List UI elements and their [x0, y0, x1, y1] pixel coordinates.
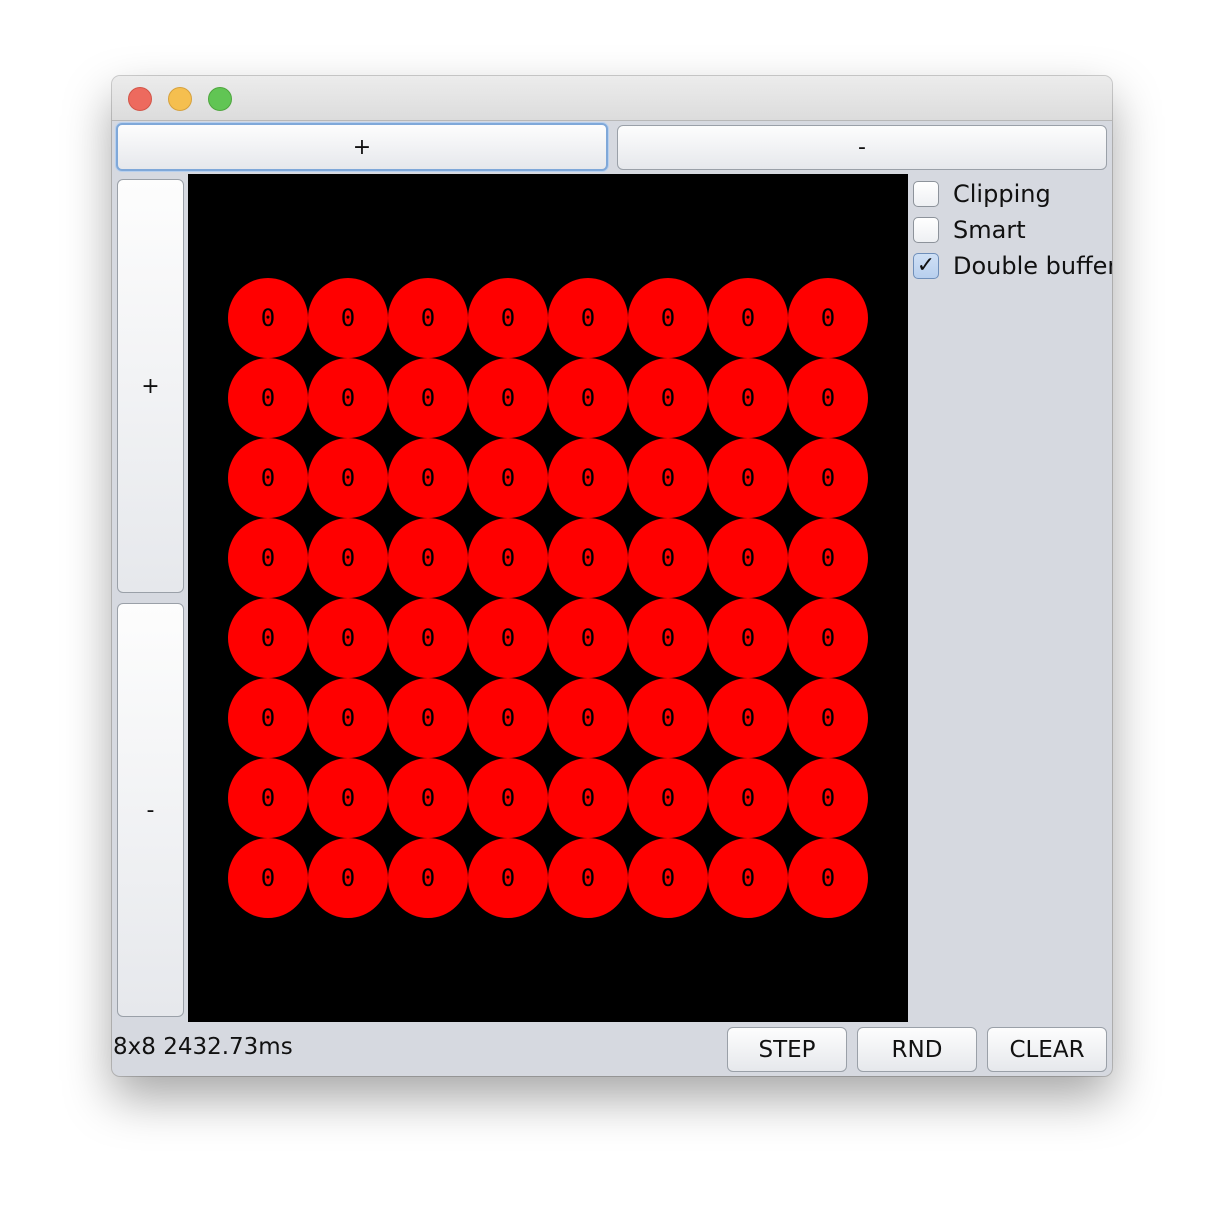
grid-cell[interactable]: 0: [788, 598, 868, 678]
grid-cell[interactable]: 0: [788, 678, 868, 758]
grid-cell[interactable]: 0: [308, 518, 388, 598]
grid-cell[interactable]: 0: [628, 438, 708, 518]
grid-cell[interactable]: 0: [228, 278, 308, 358]
grid-cell[interactable]: 0: [708, 518, 788, 598]
grid-cell[interactable]: 0: [388, 278, 468, 358]
clear-button[interactable]: CLEAR: [987, 1027, 1107, 1072]
grid-canvas[interactable]: 0000000000000000000000000000000000000000…: [188, 174, 908, 1022]
grid-cell[interactable]: 0: [708, 278, 788, 358]
grid-cell[interactable]: 0: [228, 678, 308, 758]
grid-cell[interactable]: 0: [228, 758, 308, 838]
grid-cell[interactable]: 0: [628, 838, 708, 918]
grid-cell[interactable]: 0: [548, 678, 628, 758]
step-button[interactable]: STEP: [727, 1027, 847, 1072]
clipping-label: Clipping: [953, 180, 1051, 208]
grid-cell[interactable]: 0: [708, 758, 788, 838]
grid-cell[interactable]: 0: [228, 438, 308, 518]
grid-cell[interactable]: 0: [388, 518, 468, 598]
grid-cell[interactable]: 0: [388, 678, 468, 758]
grid-cell[interactable]: 0: [468, 358, 548, 438]
double-buffer-option[interactable]: ✓ Double buffer: [912, 250, 1112, 282]
double-buffer-label: Double buffer: [953, 252, 1112, 280]
smart-label: Smart: [953, 216, 1026, 244]
grid-cell[interactable]: 0: [548, 598, 628, 678]
rnd-button[interactable]: RND: [857, 1027, 977, 1072]
close-window-button[interactable]: [128, 87, 152, 111]
grid-cell[interactable]: 0: [468, 518, 548, 598]
grid-cell[interactable]: 0: [308, 758, 388, 838]
double-buffer-checkbox[interactable]: ✓: [913, 253, 939, 279]
grid-cell[interactable]: 0: [548, 518, 628, 598]
zoom-window-button[interactable]: [208, 87, 232, 111]
grid-cell[interactable]: 0: [468, 758, 548, 838]
grid-cell[interactable]: 0: [468, 678, 548, 758]
grid-cell[interactable]: 0: [548, 838, 628, 918]
grid-cell[interactable]: 0: [708, 438, 788, 518]
grid-cell[interactable]: 0: [788, 438, 868, 518]
grid-cell[interactable]: 0: [628, 518, 708, 598]
app-window: + - + - 00000000000000000000000000000000…: [112, 76, 1112, 1076]
grid-cell[interactable]: 0: [628, 278, 708, 358]
top-minus-button[interactable]: -: [617, 125, 1107, 170]
grid-cell[interactable]: 0: [388, 598, 468, 678]
grid-cell[interactable]: 0: [468, 838, 548, 918]
grid-cell[interactable]: 0: [548, 358, 628, 438]
grid-cell[interactable]: 0: [788, 278, 868, 358]
grid-cell[interactable]: 0: [228, 358, 308, 438]
grid-cell[interactable]: 0: [308, 358, 388, 438]
grid-cell[interactable]: 0: [468, 598, 548, 678]
grid-cell[interactable]: 0: [308, 678, 388, 758]
clipping-checkbox[interactable]: [913, 181, 939, 207]
grid-cell[interactable]: 0: [628, 758, 708, 838]
grid-cell[interactable]: 0: [388, 758, 468, 838]
grid-cell[interactable]: 0: [788, 758, 868, 838]
smart-option[interactable]: Smart: [912, 214, 1026, 246]
grid-cell[interactable]: 0: [228, 598, 308, 678]
grid-cell[interactable]: 0: [708, 358, 788, 438]
title-bar: [112, 76, 1112, 121]
clipping-option[interactable]: Clipping: [912, 178, 1051, 210]
top-plus-button[interactable]: +: [116, 123, 608, 171]
grid-cell[interactable]: 0: [228, 838, 308, 918]
grid-cell[interactable]: 0: [788, 518, 868, 598]
grid-cell[interactable]: 0: [308, 438, 388, 518]
grid-cell[interactable]: 0: [388, 358, 468, 438]
grid-cell[interactable]: 0: [228, 518, 308, 598]
grid-cell[interactable]: 0: [628, 358, 708, 438]
grid-cell[interactable]: 0: [788, 358, 868, 438]
grid-cell[interactable]: 0: [468, 438, 548, 518]
left-plus-button[interactable]: +: [117, 179, 184, 593]
grid-cell[interactable]: 0: [388, 838, 468, 918]
minimize-window-button[interactable]: [168, 87, 192, 111]
grid-cell[interactable]: 0: [548, 278, 628, 358]
grid-cell[interactable]: 0: [388, 438, 468, 518]
grid-cell[interactable]: 0: [548, 758, 628, 838]
smart-checkbox[interactable]: [913, 217, 939, 243]
grid-cell[interactable]: 0: [628, 598, 708, 678]
status-text: 8x8 2432.73ms: [113, 1034, 293, 1060]
grid-cell[interactable]: 0: [548, 438, 628, 518]
grid-cell[interactable]: 0: [708, 598, 788, 678]
grid-cell[interactable]: 0: [628, 678, 708, 758]
grid-cell[interactable]: 0: [708, 838, 788, 918]
grid-cell[interactable]: 0: [308, 598, 388, 678]
grid-cell[interactable]: 0: [308, 838, 388, 918]
left-minus-button[interactable]: -: [117, 603, 184, 1017]
grid-cell[interactable]: 0: [708, 678, 788, 758]
grid-cell[interactable]: 0: [468, 278, 548, 358]
grid-cell[interactable]: 0: [308, 278, 388, 358]
grid-cell[interactable]: 0: [788, 838, 868, 918]
